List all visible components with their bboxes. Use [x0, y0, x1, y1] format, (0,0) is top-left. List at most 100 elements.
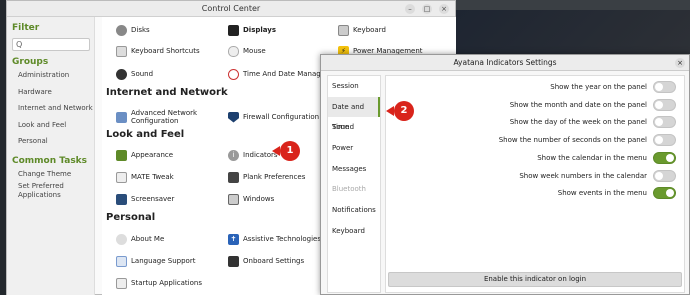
- option-label: Show the calendar in the menu: [537, 153, 647, 162]
- dialog-nav-item[interactable]: Keyboard: [328, 221, 380, 242]
- toggle-knob: [655, 100, 663, 109]
- sidebar-group-item[interactable]: Personal: [18, 133, 94, 150]
- enable-on-login-button[interactable]: Enable this indicator on login: [388, 272, 682, 287]
- accessibility-icon: ✝: [228, 233, 239, 245]
- display-icon: [228, 24, 239, 36]
- toggle-knob: [655, 171, 663, 180]
- item-mate-tweak[interactable]: MATE Tweak: [116, 170, 174, 184]
- dialog-close-button[interactable]: ×: [675, 58, 685, 68]
- item-startup[interactable]: Startup Applications: [116, 276, 202, 290]
- shortcuts-icon: [116, 45, 127, 57]
- item-firewall[interactable]: Firewall Configuration: [228, 110, 319, 124]
- dialog-nav-item[interactable]: Date and Time: [328, 96, 380, 131]
- toggle-knob: [655, 83, 663, 91]
- item-sound[interactable]: Sound: [116, 67, 153, 81]
- annotation-badge-1: 1: [280, 141, 300, 161]
- search-icon: Q: [16, 40, 23, 49]
- item-onboard[interactable]: Onboard Settings: [228, 254, 304, 268]
- speaker-icon: [116, 68, 127, 80]
- item-assistive[interactable]: ✝ Assistive Technologies: [228, 232, 321, 246]
- control-center-titlebar: Control Center – □ ×: [7, 1, 455, 17]
- toggle-knob: [655, 136, 663, 145]
- disks-icon: [116, 24, 127, 36]
- network-icon: [116, 111, 127, 123]
- maximize-button[interactable]: □: [422, 4, 432, 14]
- option-toggle[interactable]: [653, 187, 676, 200]
- option-toggle[interactable]: [653, 81, 676, 93]
- startup-icon: [116, 277, 127, 289]
- annotation-badge-2: 2: [394, 101, 414, 121]
- window-title: Control Center: [201, 4, 261, 13]
- dialog-nav-item[interactable]: Notifications: [328, 200, 380, 221]
- dialog-content: Enable this indicator on login Show the …: [385, 75, 685, 293]
- task-change-theme[interactable]: Change Theme: [18, 166, 94, 183]
- person-icon: [116, 233, 127, 245]
- option-label: Show events in the menu: [557, 189, 647, 198]
- toggle-knob: [666, 189, 674, 198]
- dialog-nav-item[interactable]: Messages: [328, 159, 380, 180]
- option-toggle[interactable]: [653, 134, 676, 147]
- item-keyboard[interactable]: Keyboard: [338, 23, 386, 37]
- sidebar-group-item[interactable]: Administration: [18, 67, 94, 84]
- appearance-icon: [116, 149, 127, 161]
- item-keyboard-shortcuts[interactable]: Keyboard Shortcuts: [116, 44, 200, 58]
- keyboard-icon: [338, 24, 349, 36]
- section-personal: Personal: [106, 212, 156, 223]
- option-row: Show week numbers in the calendar: [519, 169, 676, 183]
- groups-heading: Groups: [12, 57, 49, 67]
- item-plank[interactable]: Plank Preferences: [228, 170, 305, 184]
- option-toggle[interactable]: [653, 151, 676, 164]
- item-language[interactable]: Language Support: [116, 254, 195, 268]
- indicators-settings-dialog: Ayatana Indicators Settings × Session Dat…: [320, 54, 690, 295]
- option-label: Show the day of the week on the panel: [509, 118, 647, 127]
- item-time-date[interactable]: Time And Date Manager: [228, 67, 328, 81]
- toggle-knob: [666, 153, 674, 162]
- option-label: Show the year on the panel: [550, 83, 647, 91]
- sidebar-group-item[interactable]: Hardware: [18, 84, 94, 101]
- option-label: Show the month and date on the panel: [509, 100, 647, 109]
- close-button[interactable]: ×: [439, 4, 449, 14]
- section-internet-network: Internet and Network: [106, 87, 228, 98]
- item-appearance[interactable]: Appearance: [116, 148, 173, 162]
- screensaver-icon: [116, 193, 127, 205]
- tweak-icon: [116, 171, 127, 183]
- option-toggle[interactable]: [653, 98, 676, 111]
- dialog-nav-item[interactable]: Session: [328, 76, 380, 97]
- option-row: Show the calendar in the menu: [537, 151, 676, 165]
- section-look-feel: Look and Feel: [106, 129, 185, 140]
- dialog-title: Ayatana Indicators Settings: [453, 58, 557, 67]
- option-label: Show the number of seconds on the panel: [498, 136, 647, 145]
- item-indicators[interactable]: i Indicators: [228, 148, 278, 162]
- info-icon: i: [228, 149, 239, 161]
- language-icon: [116, 255, 127, 267]
- minimize-button[interactable]: –: [405, 4, 415, 14]
- sidebar-group-item[interactable]: Internet and Network: [18, 100, 94, 117]
- option-row: Show the number of seconds on the panel: [499, 133, 676, 147]
- task-set-preferred-apps[interactable]: Set Preferred Applications: [18, 182, 94, 200]
- item-screensaver[interactable]: Screensaver: [116, 192, 174, 206]
- option-row: Show the month and date on the panel: [510, 98, 676, 112]
- item-disks[interactable]: Disks: [116, 23, 150, 37]
- dialog-nav-item[interactable]: Sound: [328, 117, 380, 138]
- search-input[interactable]: Q: [12, 38, 90, 51]
- dialog-nav-item[interactable]: Bluetooth: [328, 179, 380, 200]
- annotation-arrow-1: [272, 146, 280, 156]
- item-about-me[interactable]: About Me: [116, 232, 164, 246]
- item-mouse[interactable]: Mouse: [228, 44, 266, 58]
- item-advanced-network[interactable]: Advanced Network Configuration: [116, 108, 197, 126]
- dialog-titlebar: Ayatana Indicators Settings ×: [321, 55, 689, 71]
- annotation-arrow-2: [386, 106, 394, 116]
- plank-icon: [228, 171, 239, 183]
- common-tasks-heading: Common Tasks: [12, 155, 88, 166]
- option-toggle[interactable]: [653, 116, 676, 129]
- sidebar-group-item[interactable]: Look and Feel: [18, 117, 94, 134]
- filter-heading: Filter: [12, 23, 40, 33]
- option-row: Show the year on the panel: [550, 80, 676, 94]
- shield-icon: [228, 111, 239, 123]
- item-windows[interactable]: Windows: [228, 192, 274, 206]
- dialog-nav: Session Date and Time Sound Power Messages Bl…: [327, 75, 381, 293]
- option-toggle[interactable]: [653, 169, 676, 182]
- dialog-nav-item[interactable]: Power: [328, 138, 380, 159]
- sidebar: Filter Q Groups Administration Hardware In…: [7, 17, 95, 295]
- item-displays[interactable]: Displays: [228, 23, 276, 37]
